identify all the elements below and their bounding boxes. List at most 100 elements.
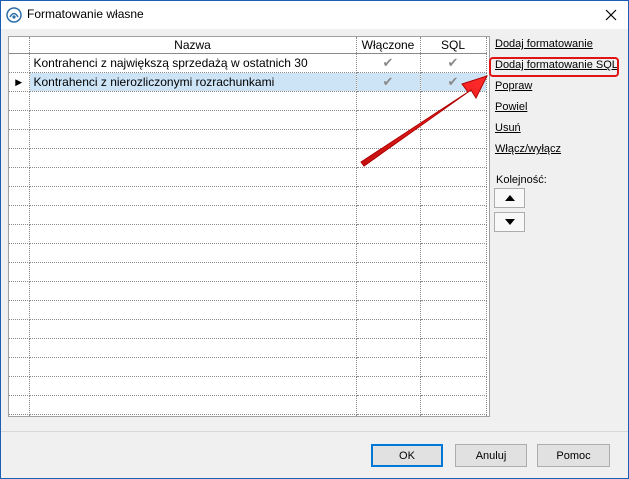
empty-row (9, 91, 487, 111)
empty-cell (356, 186, 421, 206)
header-indicator (9, 37, 30, 54)
cancel-button[interactable]: Anuluj (455, 444, 527, 467)
empty-row (9, 186, 487, 206)
empty-cell (29, 338, 357, 358)
delete-link[interactable]: Usuń (495, 122, 521, 134)
empty-row (9, 110, 487, 130)
empty-cell (29, 262, 357, 282)
empty-cell (9, 148, 30, 168)
table-row[interactable]: Kontrahenci z największą sprzedażą w ost… (9, 53, 487, 73)
empty-cell (420, 281, 487, 301)
empty-cell (356, 262, 421, 282)
empty-cell (420, 262, 487, 282)
order-label: Kolejność: (496, 174, 547, 186)
dialog-client: Nazwa Włączone SQL Kontrahenci z najwięk… (1, 29, 628, 478)
empty-cell (356, 395, 421, 415)
help-button[interactable]: Pomoc (537, 444, 610, 467)
dialog-window: Formatowanie własne Nazwa Włączone SQL K… (0, 0, 629, 479)
empty-cell (29, 414, 357, 416)
empty-cell (9, 243, 30, 263)
empty-cell (356, 167, 421, 187)
move-up-button[interactable] (494, 188, 525, 208)
duplicate-link[interactable]: Powiel (495, 101, 527, 113)
empty-cell (29, 395, 357, 415)
empty-cell (420, 357, 487, 377)
empty-cell (356, 243, 421, 263)
empty-cell (356, 300, 421, 320)
empty-cell (9, 300, 30, 320)
empty-row (9, 129, 487, 149)
column-header-name[interactable]: Nazwa (29, 37, 357, 54)
empty-cell (29, 243, 357, 263)
empty-cell (9, 91, 30, 111)
current-row-indicator-icon: ▶ (9, 72, 30, 92)
edit-link[interactable]: Popraw (495, 80, 532, 92)
empty-cell (420, 395, 487, 415)
empty-cell (29, 129, 357, 149)
empty-cell (9, 205, 30, 225)
empty-cell (9, 281, 30, 301)
empty-cell (29, 110, 357, 130)
empty-cell (356, 224, 421, 244)
empty-cell (356, 205, 421, 225)
empty-row (9, 319, 487, 339)
empty-cell (9, 129, 30, 149)
triangle-up-icon (504, 195, 515, 201)
empty-cell (9, 167, 30, 187)
empty-cell (420, 110, 487, 130)
empty-row (9, 148, 487, 168)
move-down-button[interactable] (494, 212, 525, 232)
empty-row (9, 357, 487, 377)
empty-cell (29, 167, 357, 187)
empty-cell (356, 357, 421, 377)
empty-cell (420, 376, 487, 396)
empty-cell (420, 243, 487, 263)
empty-cell (29, 300, 357, 320)
column-header-enabled[interactable]: Włączone (356, 37, 421, 54)
empty-cell (420, 319, 487, 339)
empty-cell (420, 148, 487, 168)
empty-cell (356, 281, 421, 301)
empty-cell (29, 148, 357, 168)
empty-cell (29, 319, 357, 339)
empty-cell (9, 357, 30, 377)
empty-row (9, 281, 487, 301)
empty-cell (356, 148, 421, 168)
empty-cell (356, 91, 421, 111)
empty-cell (356, 110, 421, 130)
empty-cell (29, 186, 357, 206)
add-formatting-link[interactable]: Dodaj formatowanie (495, 38, 593, 50)
empty-cell (420, 129, 487, 149)
empty-cell (356, 414, 421, 416)
formatting-grid[interactable]: Nazwa Włączone SQL Kontrahenci z najwięk… (8, 36, 490, 417)
title-bar[interactable]: Formatowanie własne (1, 1, 628, 29)
empty-row (9, 205, 487, 225)
empty-cell (9, 224, 30, 244)
column-header-sql[interactable]: SQL (420, 37, 487, 54)
empty-cell (420, 91, 487, 111)
empty-cell (9, 414, 30, 416)
empty-row (9, 224, 487, 244)
footer-divider (1, 431, 628, 432)
empty-cell (9, 395, 30, 415)
header-row: Nazwa Włączone SQL (9, 37, 487, 54)
enabled-check-icon[interactable]: ✔ (356, 72, 421, 92)
app-icon (6, 7, 22, 23)
toggle-link[interactable]: Włącz/wyłącz (495, 143, 561, 155)
highlight-box (489, 57, 619, 77)
formatting-table: Nazwa Włączone SQL Kontrahenci z najwięk… (9, 37, 487, 416)
empty-cell (420, 300, 487, 320)
window-title: Formatowanie własne (27, 7, 144, 21)
empty-row (9, 167, 487, 187)
empty-cell (29, 91, 357, 111)
empty-cell (9, 262, 30, 282)
close-button[interactable] (594, 1, 628, 29)
empty-cell (420, 167, 487, 187)
empty-cell (29, 281, 357, 301)
empty-cell (356, 319, 421, 339)
empty-row (9, 338, 487, 358)
table-row-selected[interactable]: ▶ Kontrahenci z nierozliczonymi rozrachu… (9, 72, 487, 92)
row-name: Kontrahenci z nierozliczonymi rozrachunk… (29, 72, 357, 92)
ok-button[interactable]: OK (371, 444, 443, 467)
enabled-check-icon[interactable]: ✔ (356, 53, 421, 73)
